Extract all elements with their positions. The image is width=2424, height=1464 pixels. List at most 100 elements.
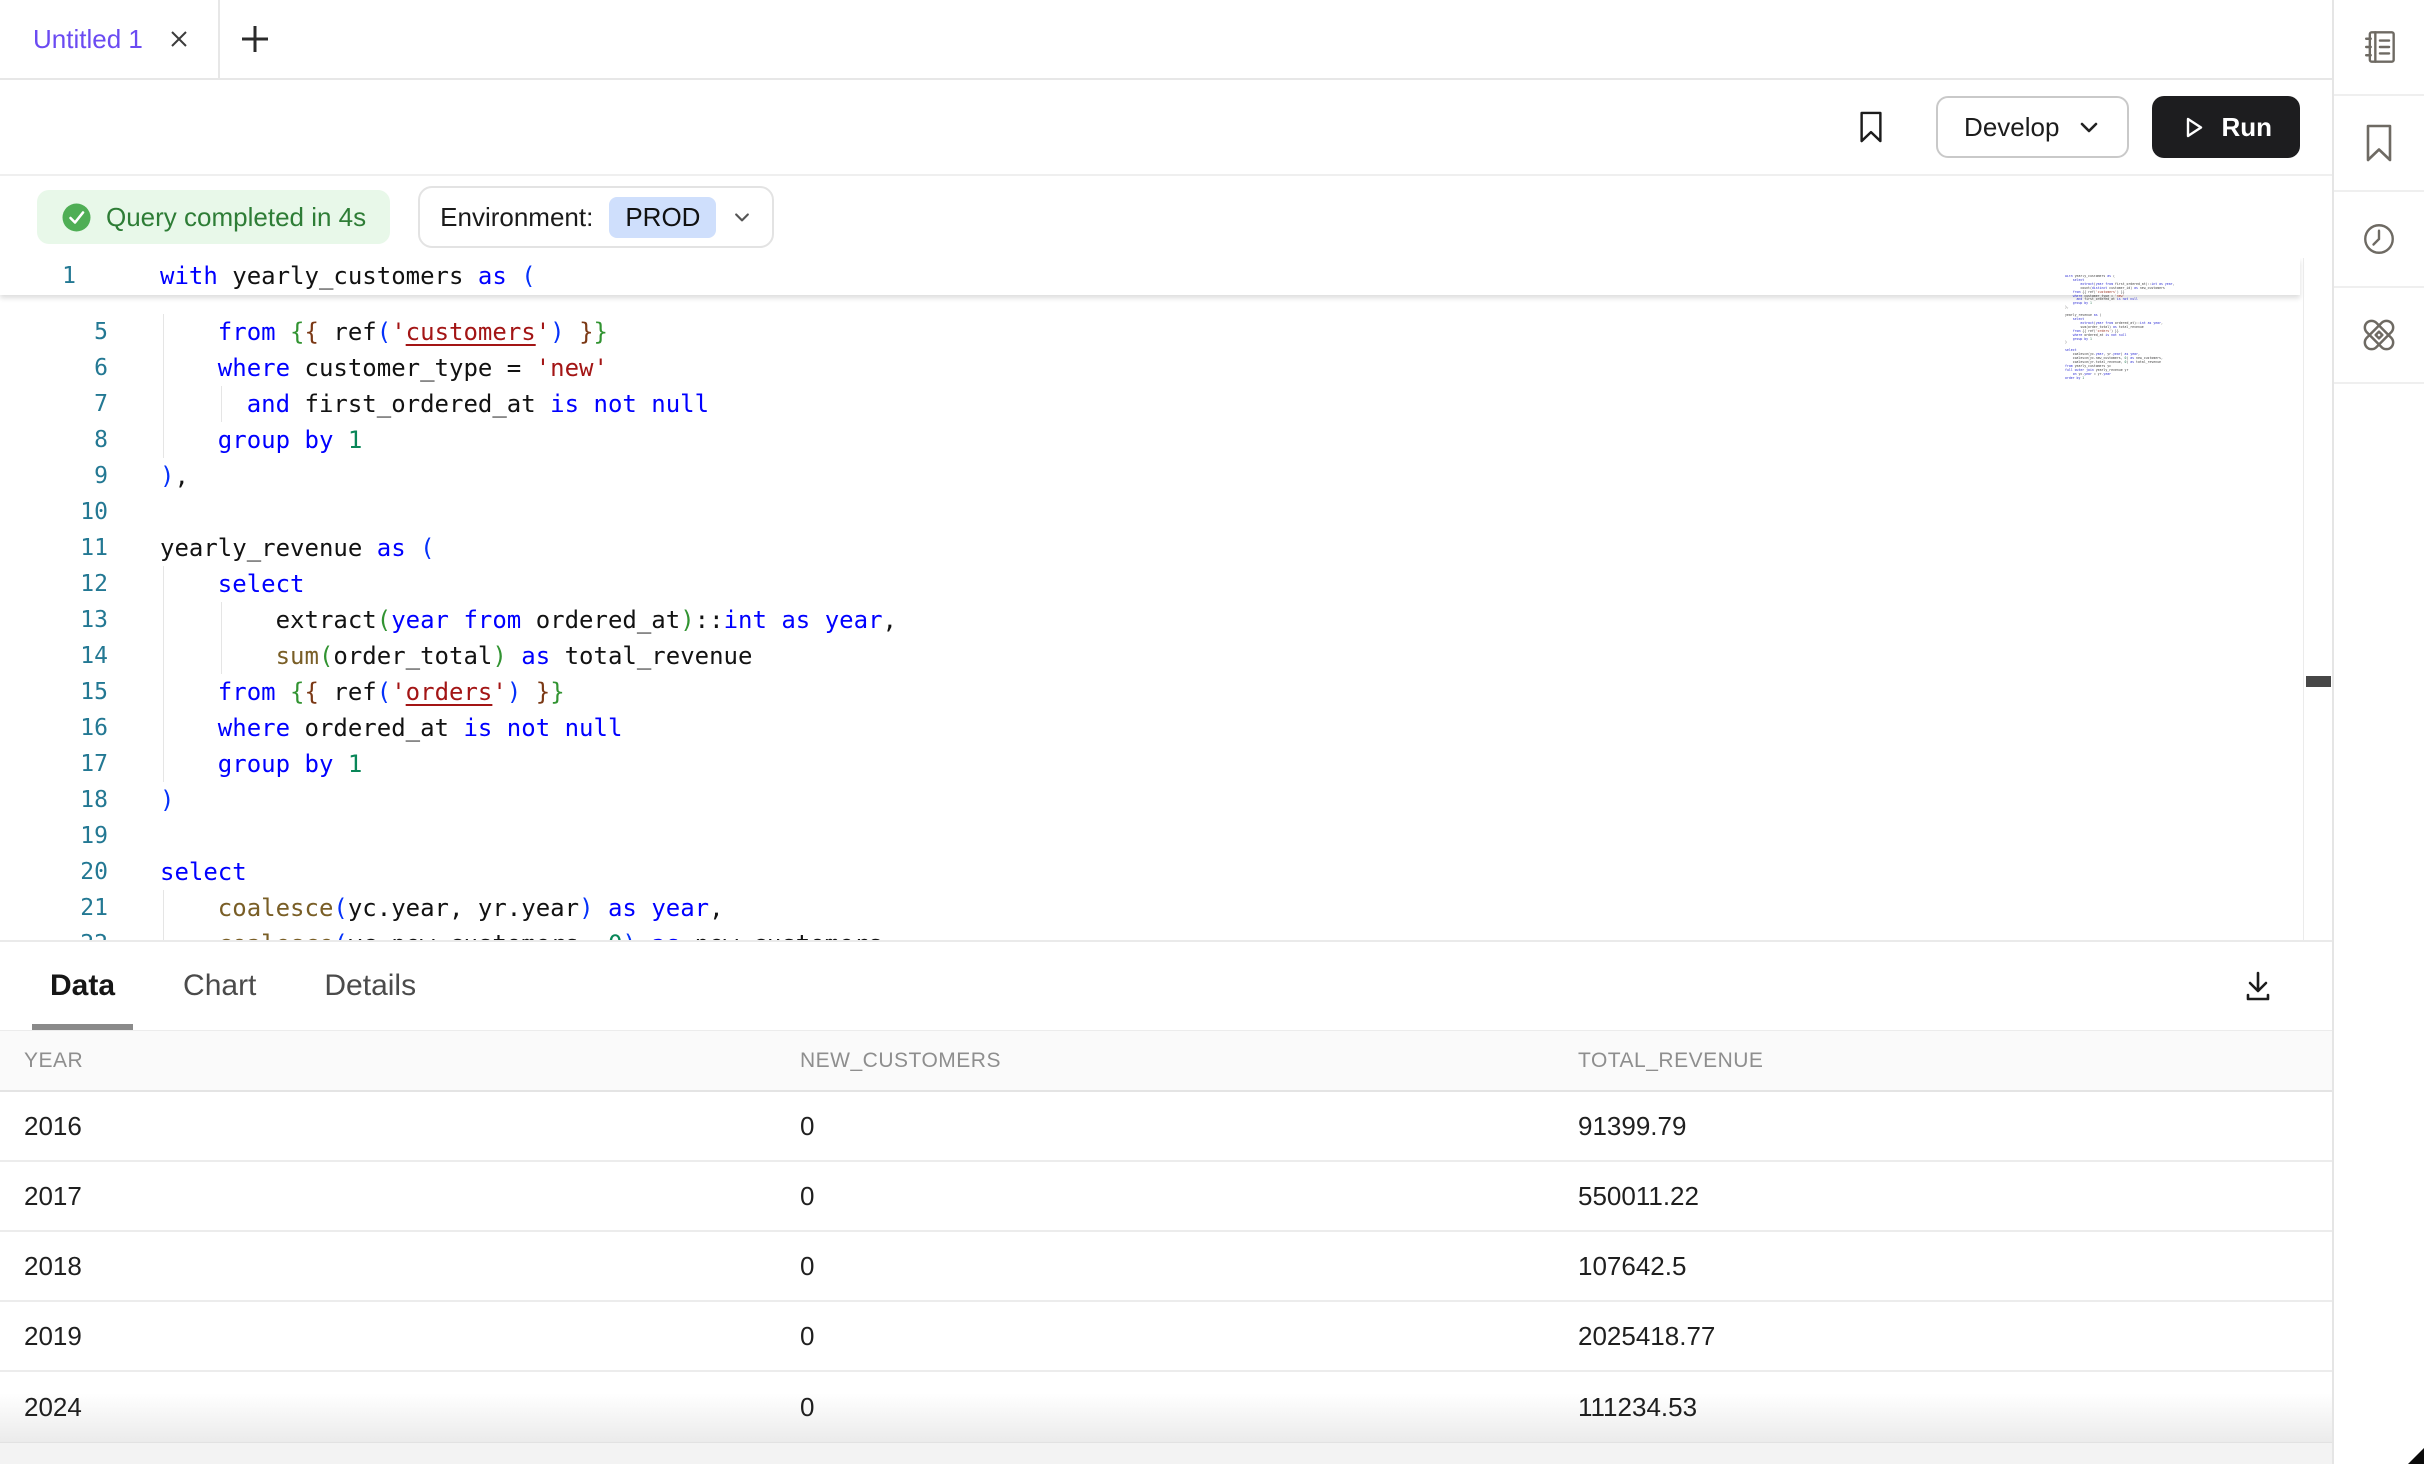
- table-body: 2016091399.7920170550011.2220180107642.5…: [0, 1092, 2332, 1442]
- environment-label: Environment:: [440, 202, 593, 233]
- sidebar-lineage-button[interactable]: [2334, 288, 2424, 384]
- code-line-13[interactable]: 13 extract(year from ordered_at)::int as…: [0, 602, 897, 638]
- notebook-icon: [2357, 25, 2401, 69]
- sidebar-history-button[interactable]: [2334, 192, 2424, 288]
- table-cell: 0: [776, 1181, 1554, 1212]
- table-cell: 550011.22: [1554, 1181, 2332, 1212]
- play-icon: [2180, 114, 2207, 141]
- environment-selector[interactable]: Environment: PROD: [418, 186, 774, 248]
- code-line-12[interactable]: 12 select: [0, 566, 305, 602]
- code-line-18[interactable]: 18): [0, 782, 174, 818]
- code-line-14[interactable]: 14 sum(order_total) as total_revenue: [0, 638, 752, 674]
- table-header: YEARNEW_CUSTOMERSTOTAL_REVENUE: [0, 1030, 2332, 1092]
- table-cell: 0: [776, 1321, 1554, 1352]
- resize-corner-handle[interactable]: [2408, 1448, 2424, 1464]
- column-header-total_revenue: TOTAL_REVENUE: [1554, 1049, 2332, 1073]
- line-number: 6: [0, 350, 108, 386]
- table-cell: 0: [776, 1251, 1554, 1282]
- code-line-6[interactable]: 6 where customer_type = 'new': [0, 350, 608, 386]
- develop-button-label: Develop: [1964, 112, 2059, 143]
- download-button[interactable]: [2236, 964, 2280, 1008]
- line-number: 20: [0, 854, 108, 890]
- code-line-8[interactable]: 8 group by 1: [0, 422, 362, 458]
- table-row[interactable]: 201902025418.77: [0, 1302, 2332, 1372]
- table-cell: 2025418.77: [1554, 1321, 2332, 1352]
- line-number: 9: [0, 458, 108, 494]
- line-number: 15: [0, 674, 108, 710]
- table-row[interactable]: 2016091399.79: [0, 1092, 2332, 1162]
- chevron-down-icon: [732, 207, 752, 227]
- sql-editor[interactable]: 5 from {{ ref('customers') }}6 where cus…: [0, 258, 2332, 940]
- line-number: 18: [0, 782, 108, 818]
- code-line-17[interactable]: 17 group by 1: [0, 746, 362, 782]
- code-line-21[interactable]: 21 coalesce(yc.year, yr.year) as year,: [0, 890, 724, 926]
- sticky-line-code: with yearly_customers as (: [160, 258, 536, 295]
- table-row[interactable]: 20180107642.5: [0, 1232, 2332, 1302]
- editor-minimap[interactable]: with yearly_customers as ( select extrac…: [2065, 275, 2280, 395]
- table-cell: 91399.79: [1554, 1111, 2332, 1142]
- line-number: 11: [0, 530, 108, 566]
- results-tab-chart[interactable]: Chart: [165, 942, 274, 1030]
- table-row[interactable]: 20240111234.53: [0, 1372, 2332, 1442]
- check-circle-icon: [61, 202, 92, 233]
- results-tab-data[interactable]: Data: [32, 942, 133, 1030]
- lineage-knot-icon: [2356, 312, 2402, 358]
- line-number: 7: [0, 386, 108, 422]
- develop-button[interactable]: Develop: [1936, 96, 2129, 158]
- code-line-9[interactable]: 9),: [0, 458, 189, 494]
- table-cell: 0: [776, 1392, 1554, 1423]
- code-line-20[interactable]: 20select: [0, 854, 247, 890]
- query-status-badge: Query completed in 4s: [37, 190, 390, 244]
- code-line-16[interactable]: 16 where ordered_at is not null: [0, 710, 622, 746]
- line-number: 5: [0, 314, 108, 350]
- chevron-down-icon: [2077, 115, 2101, 139]
- tab-untitled-1[interactable]: Untitled 1: [0, 0, 220, 78]
- new-tab-button[interactable]: [220, 0, 290, 78]
- line-number: 16: [0, 710, 108, 746]
- line-number: 13: [0, 602, 108, 638]
- download-icon: [2240, 968, 2276, 1004]
- code-line-10[interactable]: 10: [0, 494, 160, 530]
- code-line-22[interactable]: 22 coalesce(yc.new_customers, 0) as new_…: [0, 926, 897, 940]
- editor-scrollbar[interactable]: [2303, 258, 2332, 940]
- line-number: 19: [0, 818, 108, 854]
- tab-label: Untitled 1: [33, 24, 166, 55]
- line-number: 8: [0, 422, 108, 458]
- line-number: 12: [0, 566, 108, 602]
- main-column: Untitled 1 Develop Run: [0, 0, 2332, 1464]
- table-cell: 111234.53: [1554, 1392, 2332, 1423]
- close-icon[interactable]: [166, 26, 192, 52]
- line-number: 14: [0, 638, 108, 674]
- column-header-year: YEAR: [0, 1049, 776, 1073]
- code-line-15[interactable]: 15 from {{ ref('orders') }}: [0, 674, 565, 710]
- line-number: 21: [0, 890, 108, 926]
- sidebar-bookmarks-button[interactable]: [2334, 96, 2424, 192]
- table-cell: 107642.5: [1554, 1251, 2332, 1282]
- sticky-scroll-line[interactable]: 1 with yearly_customers as (: [0, 258, 2300, 295]
- results-tab-details[interactable]: Details: [306, 942, 434, 1030]
- sql-ide-app: Untitled 1 Develop Run: [0, 0, 2424, 1464]
- bookmark-icon: [2359, 121, 2399, 165]
- code-line-7[interactable]: 7 and first_ordered_at is not null: [0, 386, 709, 422]
- table-cell: 2019: [0, 1321, 776, 1352]
- sidebar-notebook-button[interactable]: [2334, 0, 2424, 96]
- table-row[interactable]: 20170550011.22: [0, 1162, 2332, 1232]
- code-line-19[interactable]: 19: [0, 818, 160, 854]
- line-number: 10: [0, 494, 108, 530]
- code-line-5[interactable]: 5 from {{ ref('customers') }}: [0, 314, 608, 350]
- environment-value-chip: PROD: [609, 197, 716, 238]
- line-number: 1: [0, 258, 76, 295]
- table-cell: 2016: [0, 1111, 776, 1142]
- line-number: 22: [0, 926, 108, 940]
- bookmark-button[interactable]: [1856, 108, 1886, 146]
- scrollbar-thumb[interactable]: [2306, 676, 2331, 687]
- query-status-text: Query completed in 4s: [106, 202, 366, 233]
- column-header-new_customers: NEW_CUSTOMERS: [776, 1049, 1554, 1073]
- code-line-11[interactable]: 11yearly_revenue as (: [0, 530, 435, 566]
- right-sidebar: [2332, 0, 2424, 1464]
- table-cell: 2017: [0, 1181, 776, 1212]
- tab-bar: Untitled 1: [0, 0, 2332, 80]
- results-panel: Data Chart Details YEARNEW_CUSTOMERSTOTAL_…: [0, 940, 2332, 1464]
- run-button[interactable]: Run: [2152, 96, 2300, 158]
- horizontal-scrollbar-track[interactable]: [0, 1442, 2332, 1464]
